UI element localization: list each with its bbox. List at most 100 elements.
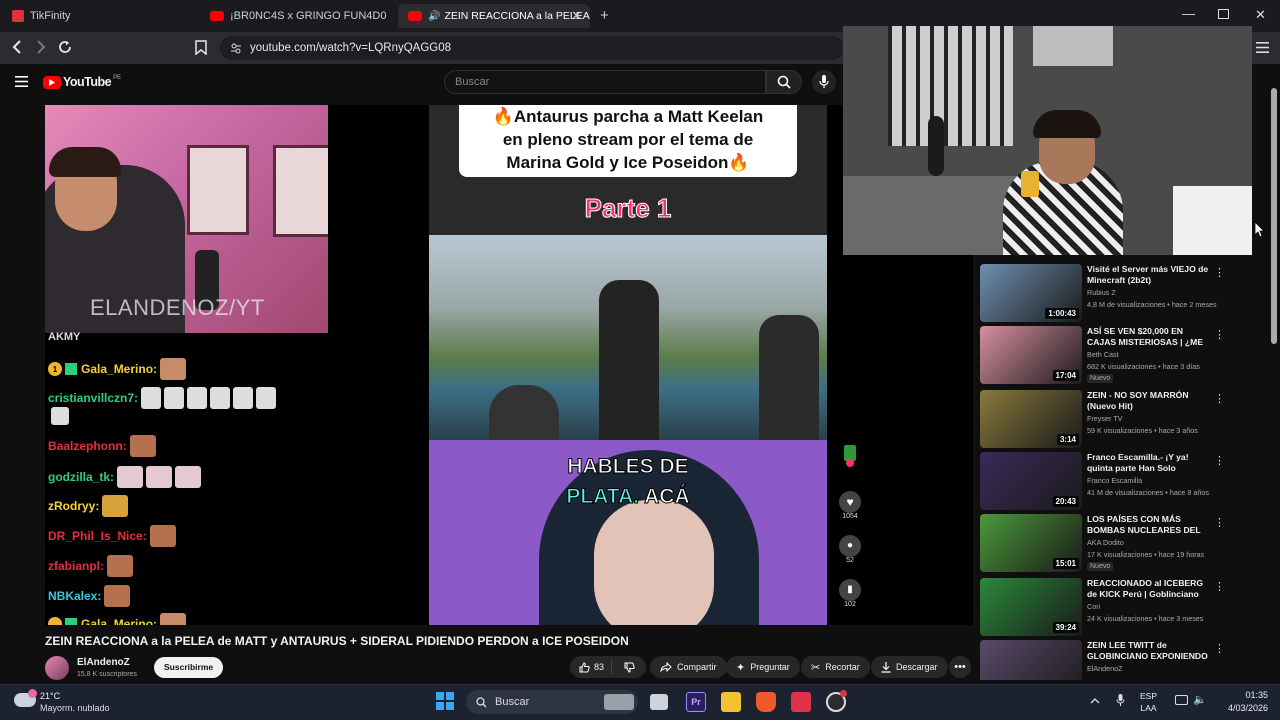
clock-time: 01:35 — [1245, 690, 1268, 700]
video-title[interactable]: LOS PAÍSES CON MÁS BOMBAS NUCLEARES DEL … — [1087, 514, 1209, 536]
channel-name[interactable]: AKA Dodito — [1087, 538, 1124, 547]
gift-badge-icon — [65, 618, 77, 625]
recommended-video[interactable]: 39:24 REACCIONADO al ICEBERG de KICK Perú… — [980, 578, 1225, 636]
emote-icon — [233, 387, 254, 409]
address-field[interactable]: youtube.com/watch?v=LQRnyQAGG08 — [220, 36, 844, 60]
clock[interactable]: 01:35 4/03/2026 — [1212, 689, 1268, 715]
channel-avatar[interactable] — [45, 656, 69, 680]
video-title[interactable]: Visité el Server más VIEJO de Minecraft … — [1087, 264, 1209, 286]
channel-name[interactable]: Beth Cast — [1087, 350, 1119, 359]
more-options-icon[interactable]: ⋮ — [1214, 328, 1225, 341]
premiere-pro-icon[interactable]: Pr — [686, 692, 706, 712]
more-options-icon[interactable]: ⋮ — [1214, 392, 1225, 405]
channel-name[interactable]: Freyser TV — [1087, 414, 1122, 423]
recommended-video[interactable]: 20:43 Franco Escamilla.- ¡Y ya! quinta pa… — [980, 452, 1225, 510]
subscribe-button[interactable]: Suscribirme — [154, 657, 224, 678]
video-thumbnail[interactable]: 39:24 — [980, 578, 1082, 636]
start-button[interactable] — [436, 692, 454, 710]
recommended-video[interactable]: 1:00:43 Visité el Server más VIEJO de Min… — [980, 264, 1225, 322]
ask-button[interactable]: ✦ Preguntar — [726, 656, 800, 678]
video-title[interactable]: ZEIN - NO SOY MARRÓN (Nuevo Hit) — [1087, 390, 1209, 412]
tiktok-avatar-icon — [835, 445, 865, 467]
video-title[interactable]: Franco Escamilla.- ¡Y ya! quinta parte H… — [1087, 452, 1209, 474]
task-view-icon[interactable] — [650, 694, 668, 710]
tab-tikfinity[interactable]: TikFinity — [2, 4, 200, 28]
recommended-video[interactable]: ZEIN LEE TWITT de GLOBINCIANO EXPONIENDO… — [980, 640, 1220, 680]
new-tab-button[interactable]: + — [600, 7, 609, 24]
more-options-icon[interactable]: ⋮ — [1214, 580, 1225, 593]
chat-username: zfabianpl: — [48, 559, 104, 573]
download-label: Descargar — [896, 662, 938, 672]
recommended-video[interactable]: 17:04 ASÍ SE VEN $20,000 EN CAJAS MISTERI… — [980, 326, 1225, 384]
video-thumbnail[interactable] — [980, 640, 1082, 680]
network-icon[interactable] — [1175, 695, 1188, 705]
guide-menu-icon[interactable] — [15, 76, 28, 87]
channel-name[interactable]: ElAndenoZ — [77, 657, 130, 668]
comment-icon: ● — [839, 535, 861, 557]
input-language[interactable]: ESP LAA — [1140, 690, 1157, 714]
video-thumbnail[interactable]: 15:01 — [980, 514, 1082, 572]
forward-button[interactable] — [34, 39, 48, 55]
chat-message: 1 Gala_Merino: — [48, 358, 187, 380]
emote-icon — [102, 495, 129, 517]
close-tab-icon[interactable]: ✕ — [571, 8, 582, 24]
volume-icon[interactable]: 🔈 — [1193, 693, 1207, 706]
voice-search-button[interactable] — [812, 70, 836, 94]
video-thumbnail[interactable]: 20:43 — [980, 452, 1082, 510]
dislike-button[interactable] — [617, 662, 635, 673]
browser-menu-icon[interactable] — [1256, 42, 1269, 53]
recommended-video[interactable]: 15:01 LOS PAÍSES CON MÁS BOMBAS NUCLEARES… — [980, 514, 1225, 572]
video-title[interactable]: REACCIONADO al ICEBERG de KICK Perú | Go… — [1087, 578, 1209, 600]
tray-chevron-icon[interactable] — [1090, 697, 1100, 704]
search-button[interactable] — [766, 70, 802, 94]
minimize-button[interactable]: — — [1182, 6, 1195, 21]
tray-microphone-icon[interactable] — [1116, 694, 1125, 707]
channel-name[interactable]: Cori — [1087, 602, 1100, 611]
more-options-icon[interactable]: ⋮ — [1214, 642, 1220, 655]
bookmark-icon[interactable] — [195, 40, 207, 55]
video-player[interactable]: ELANDENOZ/YT AKMY 1 Gala_Merino: cristia… — [45, 105, 973, 625]
close-window-button[interactable]: ✕ — [1255, 7, 1266, 23]
youtube-logo[interactable]: YouTube PE — [43, 75, 121, 89]
more-options-icon[interactable]: ⋮ — [1214, 516, 1225, 529]
channel-name[interactable]: Rubius Z — [1087, 288, 1116, 297]
box — [1173, 186, 1252, 255]
subtitle-scene: HABLES DE PLATA. ACÁ — [429, 440, 827, 625]
taskbar-search[interactable]: Buscar — [466, 690, 638, 714]
search-input[interactable]: Buscar — [444, 70, 766, 94]
download-button[interactable]: Descargar — [871, 656, 948, 678]
tab-broncas[interactable]: ¡BR0NC4S x GRINGO FUN4D0 — [200, 4, 396, 28]
badge-icon: 1 — [48, 362, 62, 376]
clip-scene — [429, 235, 827, 440]
file-explorer-icon[interactable] — [721, 692, 741, 712]
video-thumbnail[interactable]: 1:00:43 — [980, 264, 1082, 322]
video-thumbnail[interactable]: 17:04 — [980, 326, 1082, 384]
video-title[interactable]: ASÍ SE VEN $20,000 EN CAJAS MISTERIOSAS … — [1087, 326, 1209, 348]
chat-message: zRodryy: — [48, 495, 129, 517]
chat-username: Gala_Merino: — [81, 362, 158, 376]
video-meta: 17 K visualizaciones • hace 19 horas — [1087, 550, 1205, 559]
pocket-app-icon[interactable] — [791, 692, 811, 712]
page-scrollbar[interactable] — [1270, 66, 1278, 682]
more-options-icon[interactable]: ⋮ — [1214, 266, 1225, 279]
recommended-video[interactable]: 3:14 ZEIN - NO SOY MARRÓN (Nuevo Hit) Frey… — [980, 390, 1225, 448]
more-options-icon[interactable]: ⋮ — [1214, 454, 1225, 467]
scrollbar-thumb[interactable] — [1271, 88, 1277, 344]
brave-browser-icon[interactable] — [756, 692, 776, 712]
like-button[interactable]: 83 — [570, 660, 613, 674]
emote-icon — [187, 387, 208, 409]
tab-zein-reacciona[interactable]: 🔊 ZEIN REACCIONA a la PELEA d ✕ — [398, 4, 590, 28]
channel-name[interactable]: ElAndenoZ — [1087, 664, 1123, 673]
back-button[interactable] — [10, 39, 24, 55]
more-actions-button[interactable]: ••• — [949, 656, 971, 678]
share-button[interactable]: Compartir — [650, 656, 727, 678]
video-title[interactable]: ZEIN LEE TWITT de GLOBINCIANO EXPONIENDO… — [1087, 640, 1209, 662]
video-thumbnail[interactable]: 3:14 — [980, 390, 1082, 448]
chat-username: DR_Phil_Is_Nice: — [48, 529, 147, 543]
maximize-button[interactable] — [1218, 9, 1229, 19]
site-info-icon[interactable] — [230, 42, 242, 54]
video-meta: 41 M de visualizaciones • hace 8 años — [1087, 488, 1209, 497]
reload-button[interactable] — [57, 39, 73, 55]
channel-name[interactable]: Franco Escamilla — [1087, 476, 1142, 485]
clip-button[interactable]: ✂ Recortar — [801, 656, 870, 678]
